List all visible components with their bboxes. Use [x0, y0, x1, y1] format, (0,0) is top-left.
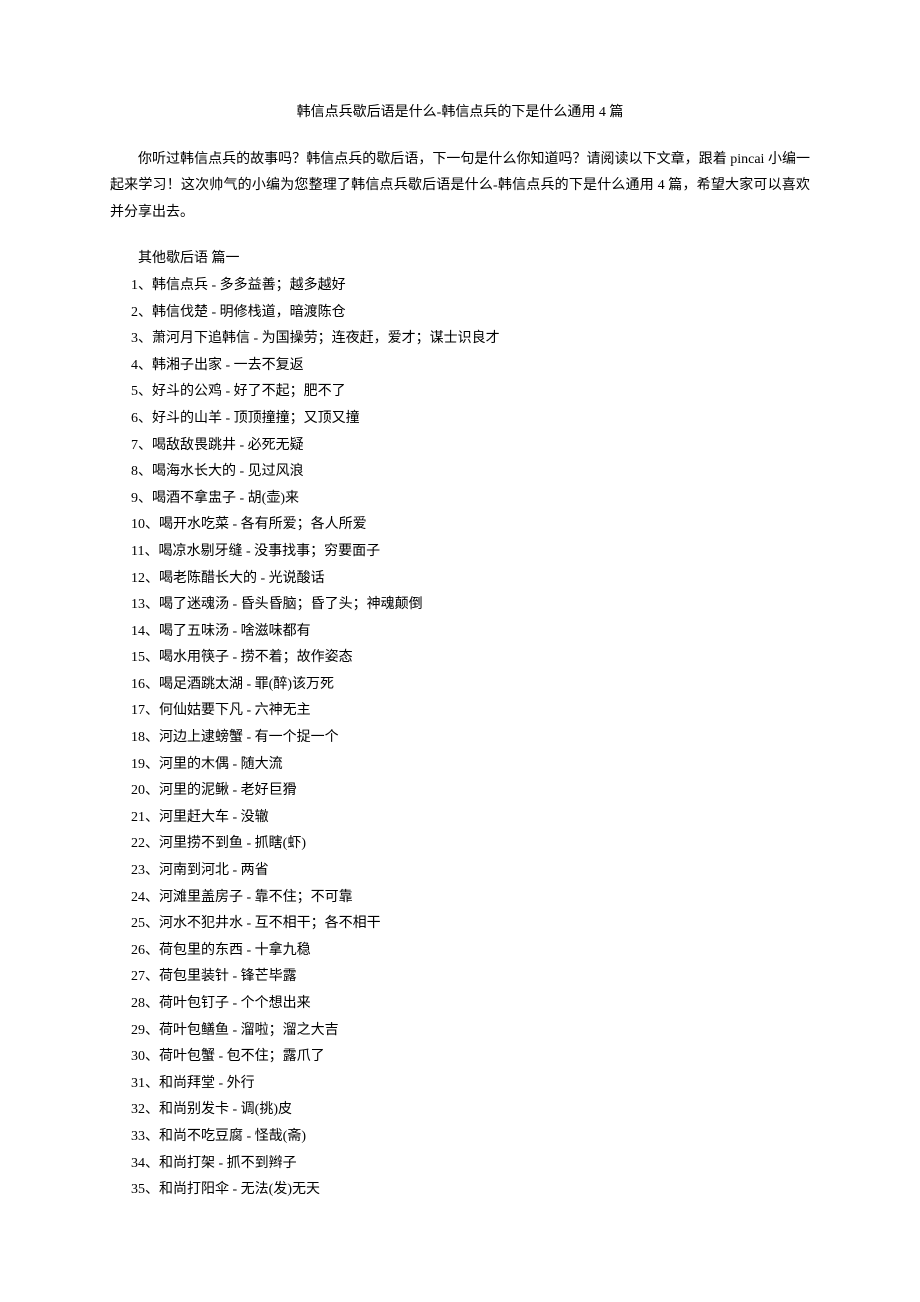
list-item: 5、好斗的公鸡 - 好了不起；肥不了 — [110, 379, 810, 406]
list-item: 29、荷叶包鳝鱼 - 溜啦；溜之大吉 — [110, 1018, 810, 1045]
list-item: 31、和尚拜堂 - 外行 — [110, 1071, 810, 1098]
list-item: 28、荷叶包钉子 - 个个想出来 — [110, 991, 810, 1018]
list-item: 10、喝开水吃菜 - 各有所爱；各人所爱 — [110, 512, 810, 539]
list-item: 32、和尚别发卡 - 调(挑)皮 — [110, 1097, 810, 1124]
list-item: 26、荷包里的东西 - 十拿九稳 — [110, 938, 810, 965]
list-item: 11、喝凉水剔牙缝 - 没事找事；穷要面子 — [110, 539, 810, 566]
list-item: 24、河滩里盖房子 - 靠不住；不可靠 — [110, 885, 810, 912]
list-item: 7、喝敌敌畏跳井 - 必死无疑 — [110, 433, 810, 460]
list-item: 33、和尚不吃豆腐 - 怪哉(斋) — [110, 1124, 810, 1151]
list-item: 27、荷包里装针 - 锋芒毕露 — [110, 964, 810, 991]
list-item: 22、河里捞不到鱼 - 抓瞎(虾) — [110, 831, 810, 858]
intro-paragraph: 你听过韩信点兵的故事吗？韩信点兵的歇后语，下一句是什么你知道吗？请阅读以下文章，… — [110, 147, 810, 227]
list-item: 14、喝了五味汤 - 啥滋味都有 — [110, 619, 810, 646]
list-item: 19、河里的木偶 - 随大流 — [110, 752, 810, 779]
list-item: 20、河里的泥鳅 - 老好巨猾 — [110, 778, 810, 805]
section-heading: 其他歇后语 篇一 — [110, 246, 810, 273]
list-item: 30、荷叶包蟹 - 包不住；露爪了 — [110, 1044, 810, 1071]
list-item: 1、韩信点兵 - 多多益善；越多越好 — [110, 273, 810, 300]
list-item: 25、河水不犯井水 - 互不相干；各不相干 — [110, 911, 810, 938]
list-item: 13、喝了迷魂汤 - 昏头昏脑；昏了头；神魂颠倒 — [110, 592, 810, 619]
list-item: 23、河南到河北 - 两省 — [110, 858, 810, 885]
list-item: 12、喝老陈醋长大的 - 光说酸话 — [110, 566, 810, 593]
list-item: 8、喝海水长大的 - 见过风浪 — [110, 459, 810, 486]
list-item: 3、萧河月下追韩信 - 为国操劳；连夜赶，爱才；谋士识良才 — [110, 326, 810, 353]
list-item: 34、和尚打架 - 抓不到辫子 — [110, 1151, 810, 1178]
document-title: 韩信点兵歇后语是什么-韩信点兵的下是什么通用 4 篇 — [110, 100, 810, 127]
list-item: 18、河边上逮螃蟹 - 有一个捉一个 — [110, 725, 810, 752]
list-item: 15、喝水用筷子 - 捞不着；故作姿态 — [110, 645, 810, 672]
idiom-list: 1、韩信点兵 - 多多益善；越多越好 2、韩信伐楚 - 明修栈道，暗渡陈仓 3、… — [110, 273, 810, 1204]
list-item: 2、韩信伐楚 - 明修栈道，暗渡陈仓 — [110, 300, 810, 327]
list-item: 6、好斗的山羊 - 顶顶撞撞；又顶又撞 — [110, 406, 810, 433]
list-item: 4、韩湘子出家 - 一去不复返 — [110, 353, 810, 380]
list-item: 35、和尚打阳伞 - 无法(发)无天 — [110, 1177, 810, 1204]
list-item: 9、喝酒不拿盅子 - 胡(壶)来 — [110, 486, 810, 513]
list-item: 16、喝足酒跳太湖 - 罪(醉)该万死 — [110, 672, 810, 699]
list-item: 21、河里赶大车 - 没辙 — [110, 805, 810, 832]
list-item: 17、何仙姑要下凡 - 六神无主 — [110, 698, 810, 725]
